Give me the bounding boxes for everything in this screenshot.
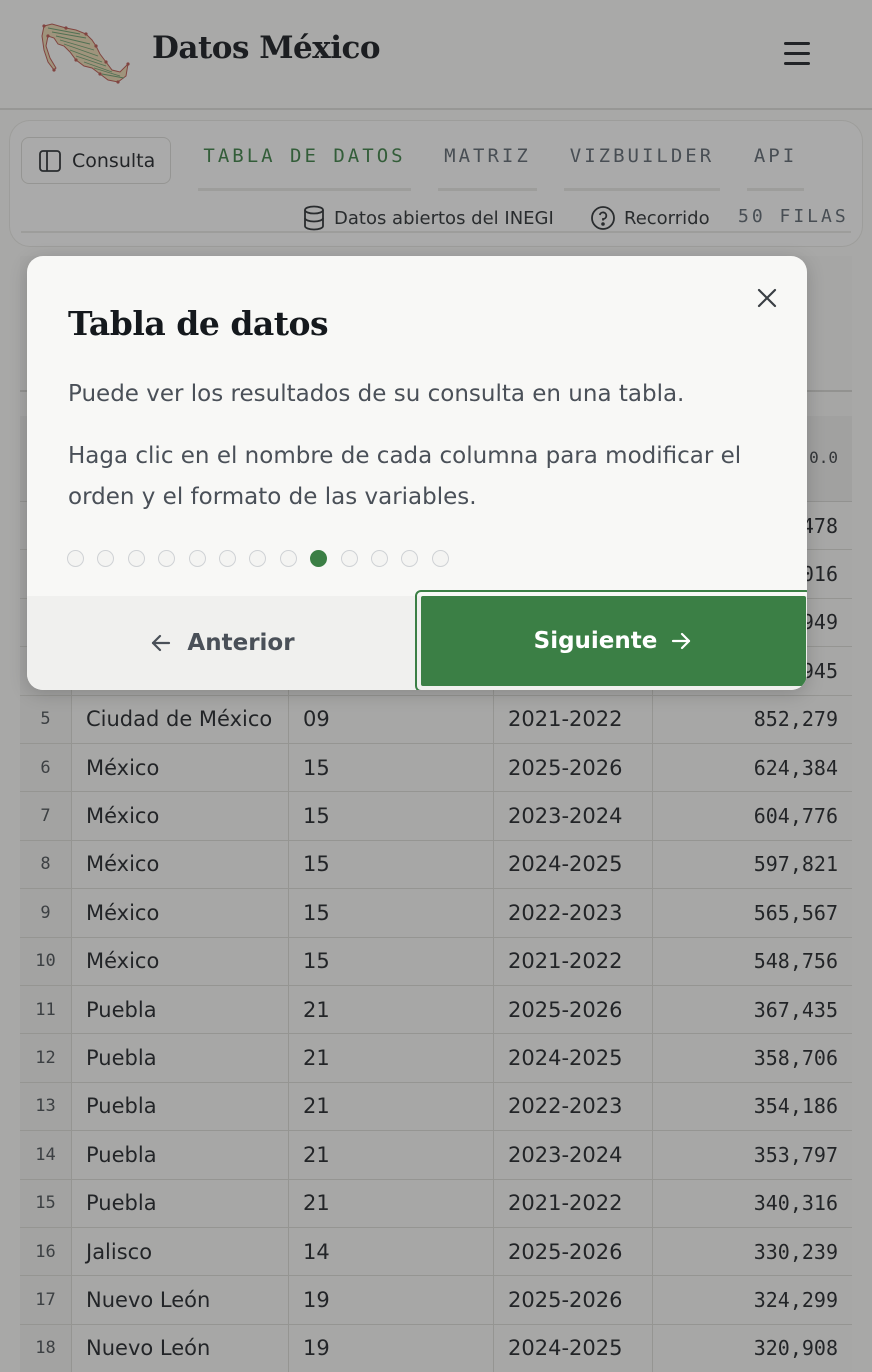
step-dot[interactable] — [340, 550, 358, 567]
dialog-paragraph-1: Puede ver los resultados de su consulta … — [68, 381, 685, 407]
step-dot[interactable] — [431, 550, 449, 567]
tour-dialog: Tabla de datos Puede ver los resultados … — [27, 256, 807, 690]
step-dot[interactable] — [158, 550, 176, 567]
dialog-title: Tabla de datos — [68, 304, 329, 343]
previous-button[interactable]: Anterior — [27, 596, 417, 690]
next-button[interactable]: Siguiente — [415, 590, 807, 690]
arrow-right-icon — [672, 632, 691, 650]
previous-label: Anterior — [187, 630, 295, 656]
step-dot[interactable] — [218, 550, 236, 567]
next-label: Siguiente — [533, 628, 658, 654]
dialog-paragraph-2: Haga clic en el nombre de cada columna p… — [68, 443, 742, 510]
close-icon[interactable] — [753, 284, 781, 312]
step-dot[interactable] — [127, 550, 145, 567]
step-dot[interactable] — [249, 550, 267, 567]
step-dot[interactable] — [279, 550, 297, 567]
arrow-left-icon — [152, 634, 171, 652]
step-dot[interactable] — [370, 550, 388, 567]
step-dot[interactable] — [310, 550, 328, 567]
step-dot[interactable] — [401, 550, 419, 567]
dialog-footer: Anterior Siguiente — [27, 590, 807, 690]
step-dot[interactable] — [67, 550, 84, 567]
step-dot[interactable] — [188, 550, 206, 567]
step-indicator — [67, 550, 462, 570]
step-dot[interactable] — [97, 550, 115, 567]
